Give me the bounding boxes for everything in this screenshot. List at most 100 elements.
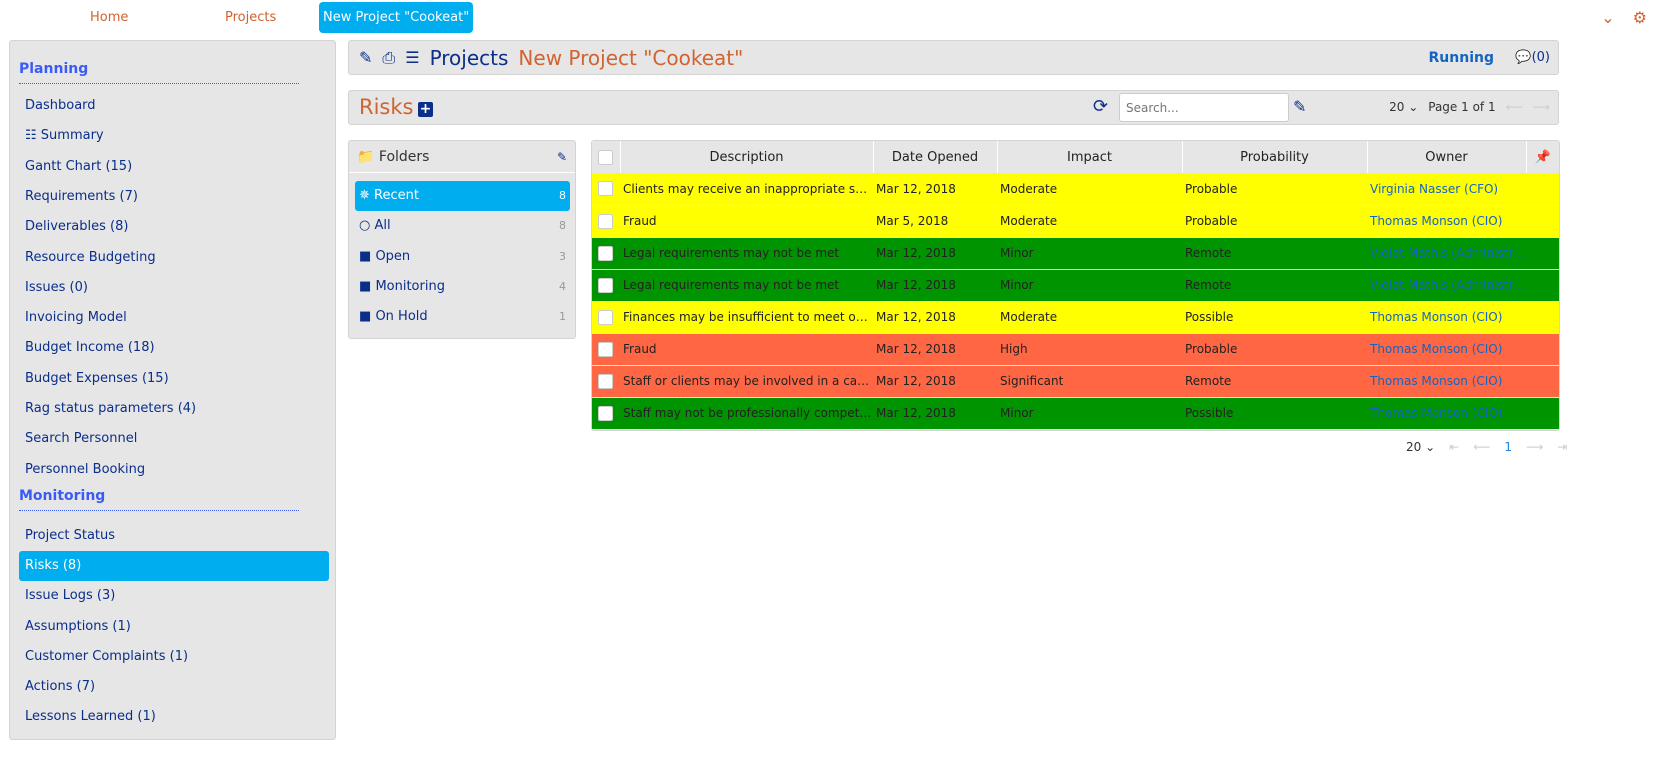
folder-on-hold[interactable]: ■ On Hold 1	[355, 302, 570, 332]
prev-page-icon[interactable]: ⟵	[1506, 100, 1523, 114]
page-number[interactable]: 1	[1504, 440, 1512, 454]
folder-open[interactable]: ■ Open 3	[355, 242, 570, 272]
cell-owner[interactable]: Thomas Monson (CIO)	[1367, 365, 1526, 398]
cell-date: Mar 12, 2018	[873, 301, 997, 334]
cell-owner[interactable]: Violet Mathis (Administrator)	[1367, 237, 1526, 270]
sidebar-item-gantt-chart-15[interactable]: Gantt Chart (15)	[19, 152, 329, 182]
prev-page-icon[interactable]: ⟵	[1473, 440, 1490, 454]
cell-probability: Probable	[1182, 205, 1367, 238]
status-badge[interactable]: Running	[1429, 50, 1494, 66]
cell-owner[interactable]: Thomas Monson (CIO)	[1367, 205, 1526, 238]
top-pager: 20 ⌄ Page 1 of 1 ⟵ ⟶	[1389, 100, 1550, 114]
cell-probability: Possible	[1182, 301, 1367, 334]
column-owner[interactable]: Owner	[1367, 141, 1527, 173]
row-checkbox[interactable]	[592, 333, 620, 366]
comments-button[interactable]: 💬(0)	[1515, 50, 1550, 65]
table-row[interactable]: Fraud Mar 5, 2018 Moderate Probable Thomas M…	[592, 205, 1559, 238]
sidebar-item-summary[interactable]: ☷ Summary	[19, 121, 329, 151]
table-row[interactable]: Clients may receive an inappropriate ser…	[592, 173, 1559, 206]
column-impact[interactable]: Impact	[997, 141, 1183, 173]
pencil-icon[interactable]: ✎	[557, 141, 567, 173]
sidebar-item-label: Search Personnel	[25, 431, 138, 447]
sidebar-item-customer-complaints-1[interactable]: Customer Complaints (1)	[19, 642, 329, 672]
cell-impact: Moderate	[997, 205, 1182, 238]
column-probability[interactable]: Probability	[1182, 141, 1368, 173]
row-checkbox[interactable]	[592, 237, 620, 270]
add-risk-button[interactable]: +	[418, 102, 433, 117]
row-checkbox[interactable]	[592, 173, 620, 206]
table-row[interactable]: Staff may not be professionally competen…	[592, 397, 1559, 430]
sidebar-item-budget-income-18[interactable]: Budget Income (18)	[19, 333, 329, 363]
table-row[interactable]: Finances may be insufficient to meet ope…	[592, 301, 1559, 334]
next-page-icon[interactable]: ⟶	[1526, 440, 1543, 454]
sidebar-item-actions-7[interactable]: Actions (7)	[19, 672, 329, 702]
cell-date: Mar 12, 2018	[873, 173, 997, 206]
folder-monitoring[interactable]: ■ Monitoring 4	[355, 272, 570, 302]
next-page-icon[interactable]: ⟶	[1533, 100, 1550, 114]
sidebar-item-personnel-booking[interactable]: Personnel Booking	[19, 455, 329, 485]
row-checkbox[interactable]	[592, 301, 620, 334]
cell-probability: Remote	[1182, 365, 1367, 398]
cell-empty	[1526, 173, 1559, 206]
gear-icon[interactable]: ⚙	[1633, 8, 1647, 27]
cell-empty	[1526, 205, 1559, 238]
row-checkbox[interactable]	[592, 205, 620, 238]
refresh-icon[interactable]: ⟳	[1093, 96, 1108, 117]
cell-impact: Minor	[997, 269, 1182, 302]
sidebar-item-deliverables-8[interactable]: Deliverables (8)	[19, 212, 329, 242]
sidebar-item-issues-0[interactable]: Issues (0)	[19, 273, 329, 303]
cell-owner[interactable]: Virginia Nasser (CFO)	[1367, 173, 1526, 206]
breadcrumb-projects[interactable]: Projects	[430, 46, 509, 70]
sidebar-item-rag-status-parameters-4[interactable]: Rag status parameters (4)	[19, 394, 329, 424]
table-row[interactable]: Staff or clients may be involved in a ca…	[592, 365, 1559, 398]
nav-current-project[interactable]: New Project "Cookeat"	[319, 2, 474, 33]
column-description[interactable]: Description	[620, 141, 874, 173]
folder-recent[interactable]: ✵ Recent 8	[355, 181, 570, 211]
print-icon[interactable]: ⎙	[382, 48, 395, 68]
row-checkbox[interactable]	[592, 269, 620, 302]
sidebar-item-requirements-7[interactable]: Requirements (7)	[19, 182, 329, 212]
sidebar-item-project-status[interactable]: Project Status	[19, 521, 329, 551]
cell-date: Mar 12, 2018	[873, 333, 997, 366]
table-row[interactable]: Legal requirements may not be met Mar 12,…	[592, 269, 1559, 302]
last-page-icon[interactable]: ⇥	[1557, 440, 1567, 454]
page-size-select[interactable]: 20 ⌄	[1389, 100, 1418, 114]
sidebar-item-search-personnel[interactable]: Search Personnel	[19, 424, 329, 454]
row-checkbox[interactable]	[592, 365, 620, 398]
sidebar-item-risks-8[interactable]: Risks (8)	[19, 551, 329, 582]
pin-icon[interactable]: 📌	[1526, 141, 1559, 173]
sidebar-item-lessons-learned-1[interactable]: Lessons Learned (1)	[19, 702, 329, 732]
sidebar-item-invoicing-model[interactable]: Invoicing Model	[19, 303, 329, 333]
select-all-checkbox[interactable]	[592, 141, 621, 173]
cell-owner[interactable]: Violet Mathis (Administrator)	[1367, 269, 1526, 302]
nav-projects[interactable]: Projects	[225, 2, 276, 33]
nav-home[interactable]: Home	[90, 2, 128, 33]
folder-label: Monitoring	[375, 278, 445, 294]
cell-owner[interactable]: Thomas Monson (CIO)	[1367, 301, 1526, 334]
cell-owner[interactable]: Thomas Monson (CIO)	[1367, 333, 1526, 366]
page-size-select[interactable]: 20 ⌄	[1406, 440, 1435, 454]
chevron-down-icon[interactable]: ⌄	[1601, 8, 1614, 27]
table-row[interactable]: Fraud Mar 12, 2018 High Probable Thomas Mons…	[592, 333, 1559, 366]
menu-icon[interactable]: ☰	[405, 48, 419, 67]
pencil-icon[interactable]: ✎	[359, 48, 372, 67]
column-date-opened[interactable]: Date Opened	[873, 141, 998, 173]
edit-note-icon[interactable]: ✎	[1293, 97, 1306, 116]
cell-owner[interactable]: Thomas Monson (CIO)	[1367, 397, 1526, 430]
sidebar-item-issue-logs-3[interactable]: Issue Logs (3)	[19, 581, 329, 611]
cell-impact: Minor	[997, 397, 1182, 430]
folder-count: 8	[559, 219, 566, 233]
cell-date: Mar 12, 2018	[873, 237, 997, 270]
sidebar-item-dashboard[interactable]: Dashboard	[19, 91, 329, 121]
cell-description: Finances may be insufficient to meet ope…	[620, 301, 873, 334]
search-input[interactable]	[1119, 93, 1289, 122]
sidebar-item-resource-budgeting[interactable]: Resource Budgeting	[19, 243, 329, 273]
table-row[interactable]: Legal requirements may not be met Mar 12,…	[592, 237, 1559, 270]
row-checkbox[interactable]	[592, 397, 620, 430]
sidebar-item-budget-expenses-15[interactable]: Budget Expenses (15)	[19, 364, 329, 394]
cell-date: Mar 5, 2018	[873, 205, 997, 238]
first-page-icon[interactable]: ⇤	[1449, 440, 1459, 454]
sidebar-item-assumptions-1[interactable]: Assumptions (1)	[19, 612, 329, 642]
cell-probability: Remote	[1182, 269, 1367, 302]
folder-all[interactable]: ○ All 8	[355, 211, 570, 241]
